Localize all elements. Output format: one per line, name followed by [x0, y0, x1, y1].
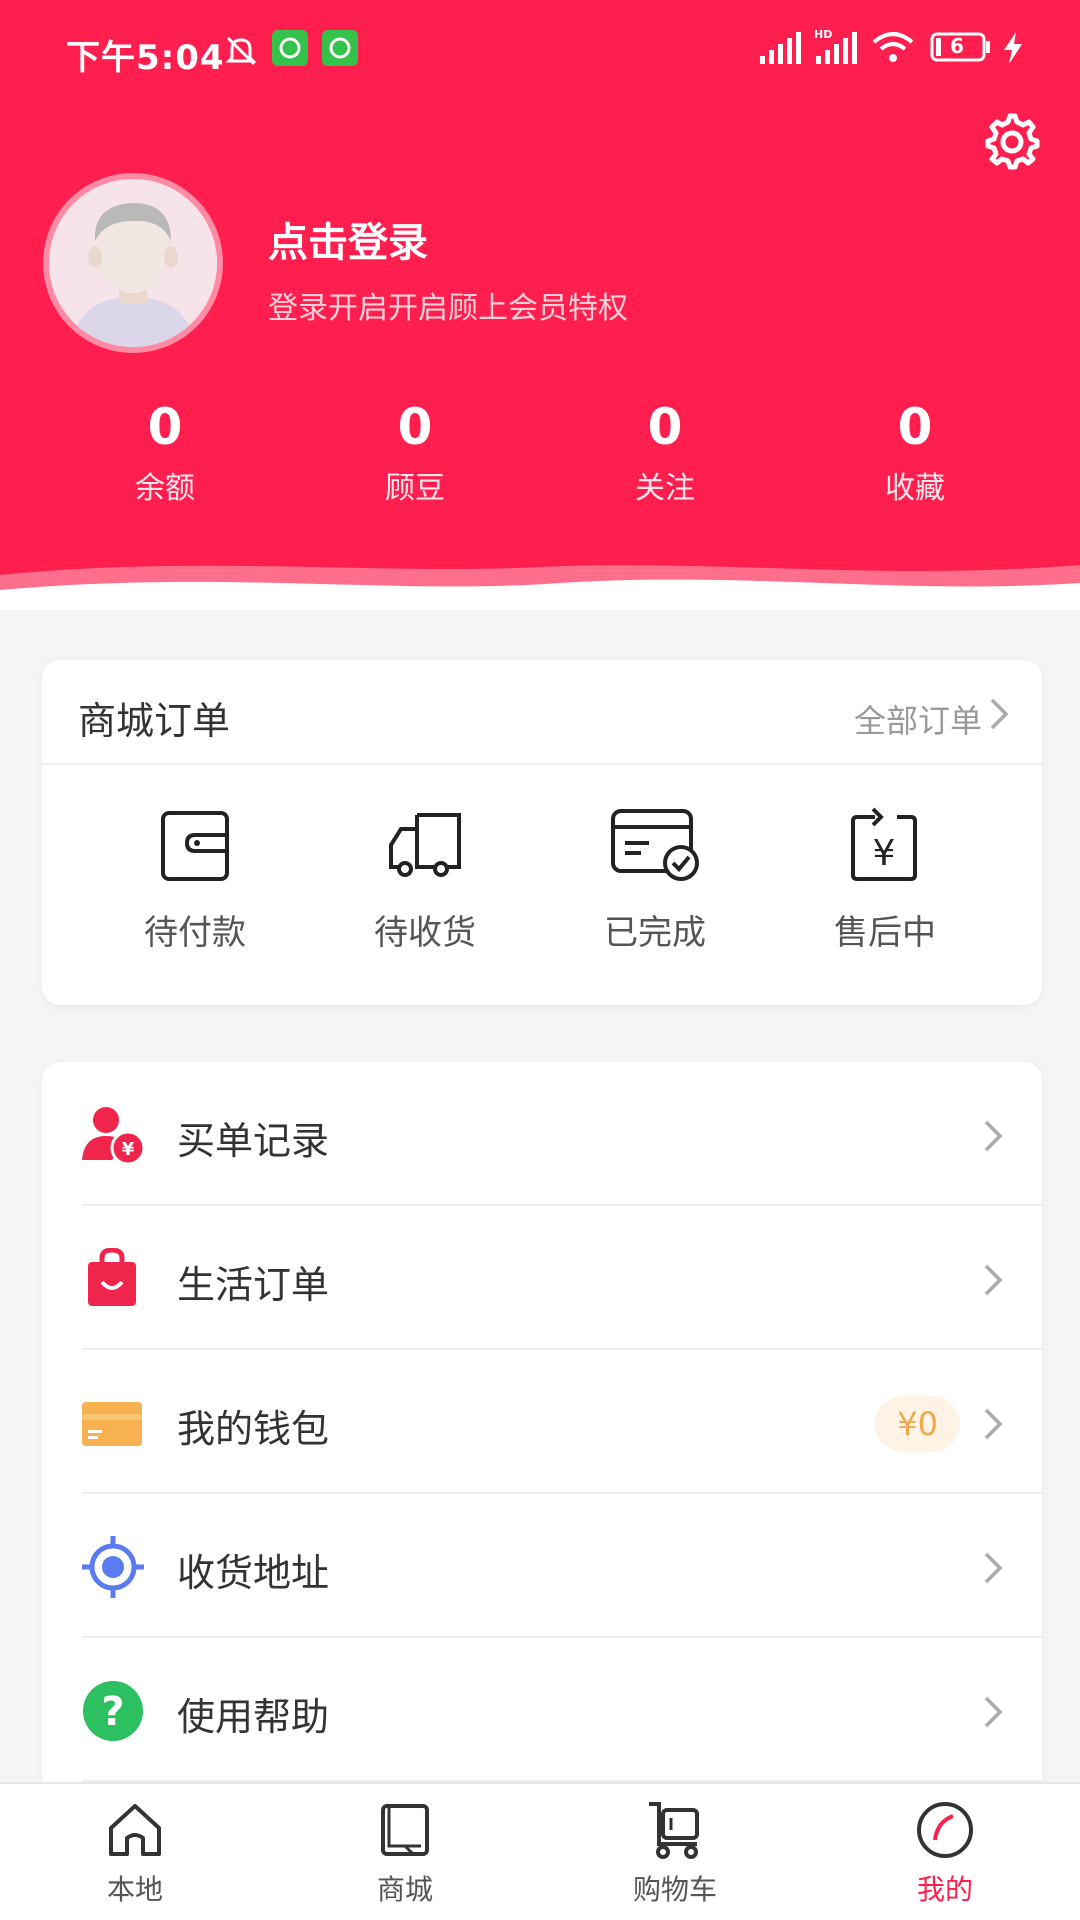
chevron-right-icon	[984, 1120, 1003, 1152]
orders-title: 商城订单	[78, 699, 231, 743]
user-yuan-icon: ¥	[82, 1107, 144, 1166]
settings-gear-icon[interactable]	[980, 110, 1040, 170]
stat-label: 收藏	[885, 471, 945, 506]
menu-item-life-orders[interactable]: 生活订单	[42, 1206, 1042, 1350]
default-avatar-icon	[49, 179, 217, 347]
wifi-icon	[872, 32, 914, 62]
home-icon	[109, 1804, 161, 1856]
tab-cart[interactable]: 购物车	[540, 1784, 810, 1920]
order-after-sales[interactable]: ¥ 售后中	[770, 805, 1000, 954]
cart-icon	[649, 1802, 699, 1859]
status-time: 下午5:04	[66, 38, 225, 78]
order-label: 待收货	[374, 913, 476, 953]
tab-label: 我的	[916, 1873, 973, 1906]
order-label: 待付款	[144, 913, 246, 953]
menu-item-shipping-address[interactable]: 收货地址	[42, 1494, 1042, 1638]
order-label: 已完成	[604, 913, 706, 953]
signal-hd-icon: HD	[814, 28, 857, 64]
login-subtitle: 登录开启开启顾上会员特权	[268, 291, 628, 326]
menu-list: ¥ 买单记录 生活订单 我的钱包 ¥0 收货地址 ? 使用帮助	[42, 1062, 1042, 1782]
shop-icon	[381, 1804, 429, 1856]
stat-label: 关注	[635, 471, 695, 506]
order-status-row: 待付款 待收货 已完成 ¥ 售后中	[42, 765, 1042, 954]
help-icon: ?	[83, 1681, 143, 1741]
all-orders-link[interactable]: 全部订单	[854, 696, 982, 742]
tab-label: 本地	[106, 1873, 163, 1906]
stat-label: 顾豆	[385, 471, 445, 506]
menu-label: 生活订单	[177, 1263, 330, 1307]
wallet-icon	[161, 811, 229, 881]
charging-icon	[1004, 32, 1022, 64]
tab-label: 商城	[376, 1873, 433, 1906]
order-pending-payment[interactable]: 待付款	[80, 805, 310, 954]
truck-icon	[389, 813, 461, 877]
menu-label: 使用帮助	[177, 1695, 330, 1739]
stat-follow[interactable]: 0 关注	[540, 395, 790, 515]
shopping-bag-icon	[88, 1248, 136, 1306]
app-notification-icon	[322, 30, 358, 66]
svg-text:¥: ¥	[873, 833, 896, 874]
profile-header: 下午5:04 HD 6 点击登录 登录开启开启顾上会员特权 0 余额 0 顾豆 …	[0, 0, 1080, 610]
menu-item-purchase-records[interactable]: ¥ 买单记录	[42, 1062, 1042, 1206]
menu-label: 我的钱包	[177, 1407, 330, 1451]
tab-me[interactable]: 我的	[810, 1784, 1080, 1920]
svg-text:HD: HD	[814, 28, 832, 41]
chevron-right-icon	[984, 1264, 1003, 1296]
login-title[interactable]: 点击登录	[268, 210, 428, 268]
chevron-right-icon	[990, 698, 1009, 730]
stat-value: 0	[897, 398, 933, 456]
stat-label: 余额	[135, 471, 195, 506]
stat-value: 0	[397, 398, 433, 456]
app-notification-icon	[272, 30, 308, 66]
order-completed[interactable]: 已完成	[540, 805, 770, 954]
signal-icon	[760, 32, 801, 64]
wallet-balance-badge: ¥0	[875, 1396, 960, 1452]
battery-level: 6	[950, 34, 964, 58]
tab-local[interactable]: 本地	[0, 1784, 270, 1920]
location-target-icon	[82, 1536, 144, 1598]
header-wave	[0, 565, 1080, 610]
orders-header[interactable]: 商城订单 全部订单	[42, 660, 1042, 765]
card-icon	[82, 1402, 142, 1446]
tab-label: 购物车	[632, 1873, 717, 1906]
stat-value: 0	[647, 398, 683, 456]
stat-value: 0	[147, 398, 183, 456]
refund-icon: ¥	[851, 807, 917, 881]
chevron-right-icon	[984, 1552, 1003, 1584]
tab-mall[interactable]: 商城	[270, 1784, 540, 1920]
mall-orders-card: 商城订单 全部订单 待付款 待收货 已完成 ¥ 售后中	[42, 660, 1042, 1005]
chevron-right-icon	[984, 1696, 1003, 1728]
stat-favorites[interactable]: 0 收藏	[790, 395, 1040, 515]
menu-label: 收货地址	[177, 1551, 330, 1595]
order-label: 售后中	[834, 913, 936, 953]
menu-item-help[interactable]: ? 使用帮助	[42, 1638, 1042, 1782]
bell-off-icon	[225, 36, 257, 66]
chevron-right-icon	[984, 1408, 1003, 1440]
bottom-tab-bar: 本地 商城 购物车 我的	[0, 1782, 1080, 1920]
stat-balance[interactable]: 0 余额	[40, 395, 290, 515]
svg-text:?: ?	[101, 1689, 124, 1735]
avatar[interactable]	[43, 173, 223, 353]
order-pending-receipt[interactable]: 待收货	[310, 805, 540, 954]
menu-item-my-wallet[interactable]: 我的钱包 ¥0	[42, 1350, 1042, 1494]
stats-row: 0 余额 0 顾豆 0 关注 0 收藏	[0, 395, 1080, 515]
status-bar: 下午5:04 HD 6	[0, 0, 1080, 100]
stat-beans[interactable]: 0 顾豆	[290, 395, 540, 515]
menu-label: 买单记录	[177, 1119, 330, 1163]
card-check-icon	[611, 809, 699, 881]
svg-text:¥: ¥	[122, 1139, 135, 1160]
me-icon	[917, 1802, 973, 1858]
